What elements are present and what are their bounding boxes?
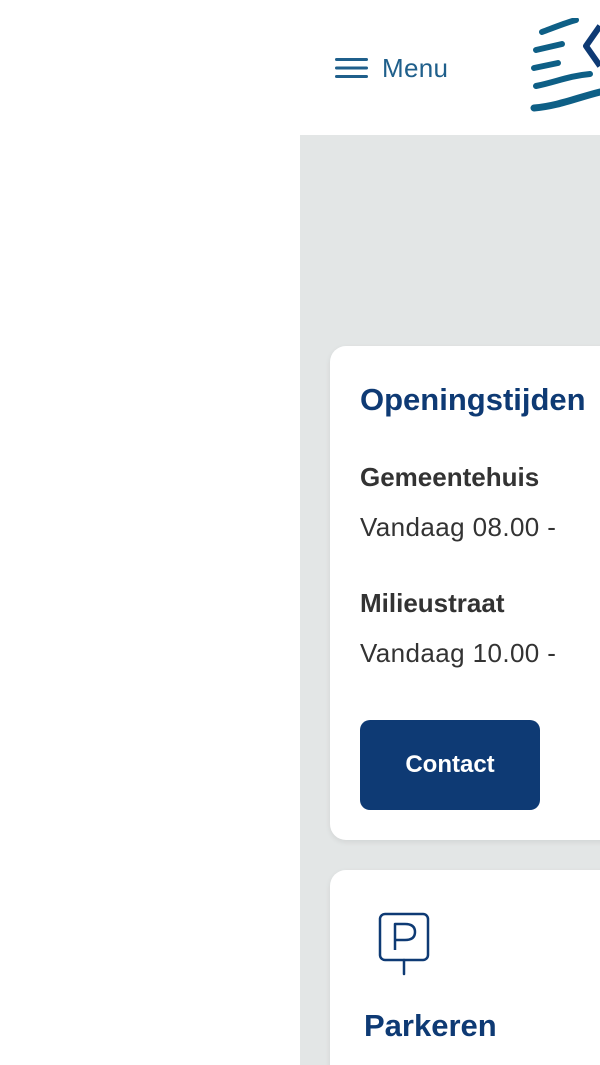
location-hours: Vandaag 08.00 - bbox=[360, 512, 557, 542]
contact-button[interactable]: Contact bbox=[360, 720, 540, 810]
site-header: Menu bbox=[0, 0, 600, 135]
location-hours: Vandaag 10.00 - bbox=[360, 638, 557, 668]
location-name: Milieustraat bbox=[360, 588, 505, 618]
opening-hours-title: Openingstijden bbox=[360, 382, 586, 417]
parking-card[interactable]: Parkeren bbox=[330, 870, 600, 1065]
page: Menu Openingstijden Gemeentehuis Vandaag… bbox=[0, 0, 600, 1065]
hamburger-icon bbox=[335, 58, 368, 78]
location-name: Gemeentehuis bbox=[360, 462, 540, 492]
opening-hours-card: Openingstijden Gemeentehuis Vandaag 08.0… bbox=[330, 346, 600, 840]
menu-label: Menu bbox=[382, 52, 449, 83]
parking-icon bbox=[378, 912, 430, 976]
menu-button[interactable]: Menu bbox=[334, 50, 448, 86]
municipality-logo[interactable] bbox=[528, 18, 600, 118]
parking-title: Parkeren bbox=[364, 1008, 497, 1043]
